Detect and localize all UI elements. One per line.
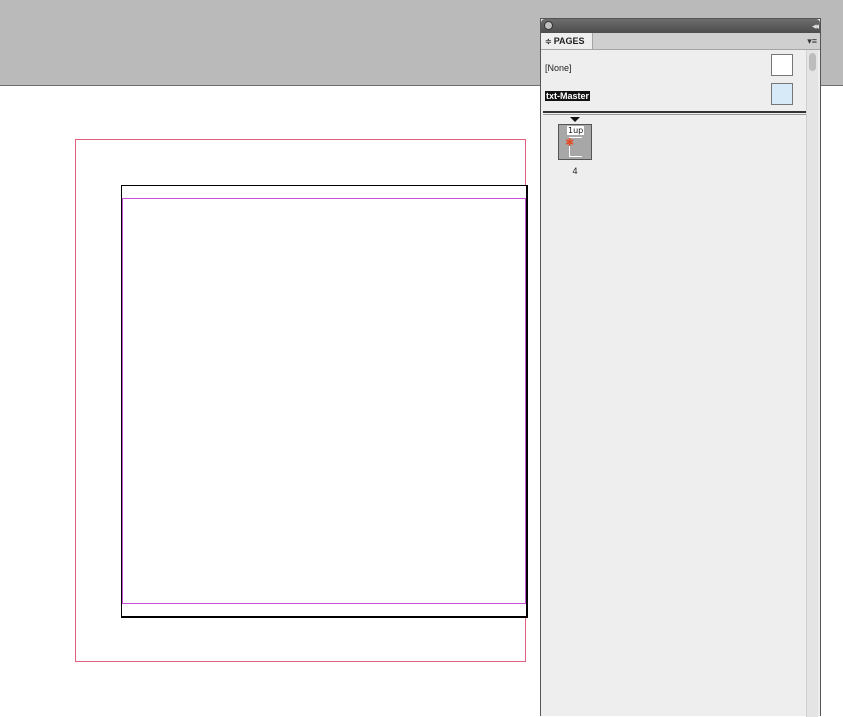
master-item-txt-master[interactable]: txt-Master [541, 83, 806, 109]
pages-panel: ◂◂ ≑ PAGES ▾≡ [None] txt-Master 1up ✱ 4 [540, 18, 821, 717]
panel-tab-row: ≑ PAGES ▾≡ [541, 33, 820, 50]
master-thumbnail-txt-master[interactable] [771, 83, 793, 105]
panel-scrollbar[interactable] [806, 50, 818, 717]
masters-pages-divider[interactable] [543, 111, 818, 115]
page-number-label: 4 [572, 166, 578, 176]
master-thumbnail-none[interactable] [771, 54, 793, 76]
margin-guide-bottom [122, 603, 526, 604]
master-label-none: [None] [545, 63, 572, 73]
panel-menu-icon[interactable]: ▾≡ [807, 35, 817, 47]
close-panel-icon[interactable] [544, 21, 553, 30]
master-item-none[interactable]: [None] [541, 54, 806, 81]
updown-arrows-icon: ≑ [545, 37, 552, 46]
document-page[interactable] [121, 185, 528, 618]
asterisk-icon: ✱ [565, 137, 575, 149]
panel-titlebar[interactable]: ◂◂ [541, 19, 820, 33]
margin-guide-right [525, 198, 526, 603]
tab-pages-label: PAGES [553, 36, 585, 46]
page-thumbnail[interactable]: 1up ✱ [558, 124, 592, 160]
margin-guide-top [122, 198, 526, 199]
scrollbar-thumb[interactable] [809, 53, 816, 71]
collapse-panel-icon[interactable]: ◂◂ [812, 19, 819, 33]
tab-pages[interactable]: ≑ PAGES [541, 33, 593, 49]
current-page-indicator-icon [570, 117, 580, 122]
master-label-txt-master: txt-Master [545, 91, 591, 101]
margin-guide-left [122, 198, 123, 603]
page-master-prefix: 1up [567, 126, 585, 135]
